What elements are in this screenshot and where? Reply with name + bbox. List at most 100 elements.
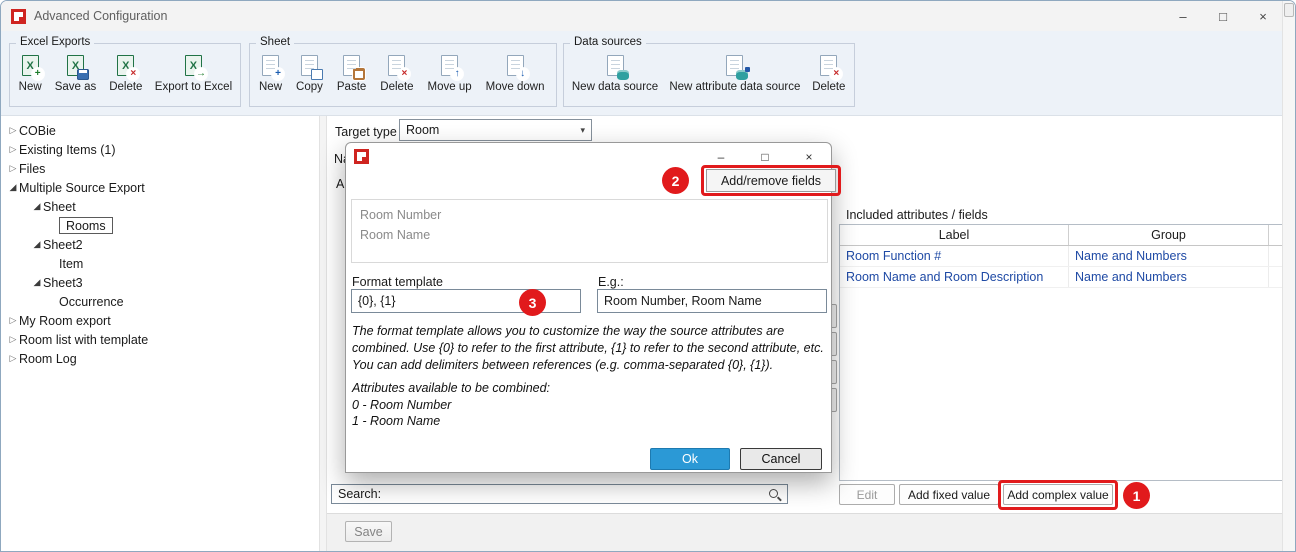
selected-tree-item[interactable]: Rooms: [59, 217, 113, 234]
plus-badge-icon: +: [272, 68, 284, 80]
tree-item-item[interactable]: Item: [1, 254, 319, 273]
new-data-source-button[interactable]: New data source: [566, 48, 664, 104]
up-arrow-badge-icon: ↑: [451, 68, 463, 80]
list-item[interactable]: Room Number: [360, 205, 827, 225]
chevron-expanded-icon[interactable]: ◢: [31, 239, 43, 250]
window-title: Advanced Configuration: [34, 9, 167, 23]
scrollbar-thumb[interactable]: [1284, 3, 1294, 17]
title-bar: Advanced Configuration – □ ×: [1, 1, 1295, 31]
list-item[interactable]: Room Name: [360, 225, 827, 245]
sheet-paste-button[interactable]: Paste: [330, 48, 373, 104]
dialog-minimize-button[interactable]: –: [705, 146, 737, 168]
table-row[interactable]: Room Name and Room Description Name and …: [840, 267, 1284, 288]
delete-badge-icon: ×: [127, 68, 139, 80]
complex-value-dialog: – □ × Add/remove fields 2 Room Number Ro…: [345, 142, 832, 473]
tree-item-label: Room Log: [19, 352, 77, 366]
tree-item-label: Item: [59, 257, 83, 271]
sheet-move-down-button[interactable]: ↓ Move down: [479, 48, 552, 104]
chevron-collapsed-icon[interactable]: ▷: [7, 315, 19, 326]
chevron-collapsed-icon[interactable]: ▷: [7, 334, 19, 345]
add-remove-fields-button[interactable]: Add/remove fields: [706, 169, 836, 192]
included-attributes-grid: Label Group Room Function # Name and Num…: [839, 224, 1285, 481]
add-fixed-value-button[interactable]: Add fixed value: [899, 484, 999, 505]
document-icon: ×: [820, 55, 837, 76]
tree-item-occurrence[interactable]: Occurrence: [1, 292, 319, 311]
copy-icon: [301, 55, 318, 76]
attributes-available-heading: Attributes available to be combined:: [352, 381, 550, 395]
format-template-input[interactable]: {0}, {1}: [351, 289, 581, 313]
tree-item-room-list-with-template[interactable]: ▷Room list with template: [1, 330, 319, 349]
chevron-expanded-icon[interactable]: ◢: [7, 182, 19, 193]
edit-button[interactable]: Edit: [839, 484, 895, 505]
attribute-available-item: 1 - Room Name: [352, 414, 440, 428]
new-attribute-data-source-button[interactable]: New attribute data source: [664, 48, 806, 104]
paste-icon: [343, 55, 360, 76]
column-header-group[interactable]: Group: [1069, 225, 1269, 245]
tree-item-sheet[interactable]: ◢Sheet: [1, 197, 319, 216]
example-input[interactable]: Room Number, Room Name: [597, 289, 827, 313]
data-source-delete-button[interactable]: × Delete: [806, 48, 852, 104]
chevron-expanded-icon[interactable]: ◢: [31, 277, 43, 288]
delete-badge-icon: ×: [830, 68, 842, 80]
table-row[interactable]: Room Function # Name and Numbers: [840, 246, 1284, 267]
excel-file-icon: X+: [22, 55, 39, 76]
close-button[interactable]: ×: [1243, 1, 1283, 31]
attribute-search-input[interactable]: Search:: [331, 484, 788, 504]
chevron-collapsed-icon[interactable]: ▷: [7, 163, 19, 174]
tree-item-sheet2[interactable]: ◢Sheet2: [1, 235, 319, 254]
annotation-circle-1: 1: [1123, 482, 1150, 509]
format-template-label: Format template: [352, 275, 443, 289]
excel-delete-button[interactable]: X× Delete: [103, 48, 149, 104]
tree-item-rooms[interactable]: Rooms: [1, 216, 319, 235]
excel-file-icon: X×: [117, 55, 134, 76]
sheet-move-up-button[interactable]: ↑ Move up: [421, 48, 479, 104]
export-to-excel-button[interactable]: X→ Export to Excel: [149, 48, 238, 104]
excel-file-icon: X→: [185, 55, 202, 76]
dialog-close-button[interactable]: ×: [793, 146, 825, 168]
cell-label: Room Name and Room Description: [840, 267, 1069, 287]
selected-fields-list[interactable]: Room Number Room Name: [351, 199, 828, 263]
window-scrollbar[interactable]: [1282, 1, 1295, 551]
sidebar-splitter[interactable]: [319, 116, 327, 551]
target-type-label: Target type: [335, 125, 397, 139]
target-type-select[interactable]: Room ▾: [399, 119, 592, 141]
chevron-collapsed-icon[interactable]: ▷: [7, 353, 19, 364]
tree-item-my-room-export[interactable]: ▷My Room export: [1, 311, 319, 330]
ok-button[interactable]: Ok: [650, 448, 730, 470]
document-icon: ×: [388, 55, 405, 76]
tree-item-label: Occurrence: [59, 295, 124, 309]
column-header-label[interactable]: Label: [840, 225, 1069, 245]
ribbon-group-label: Data sources: [570, 36, 646, 48]
database-badge-icon: [736, 70, 748, 80]
chevron-expanded-icon[interactable]: ◢: [31, 201, 43, 212]
excel-new-button[interactable]: X+ New: [12, 48, 48, 104]
sheet-copy-button[interactable]: Copy: [289, 48, 330, 104]
tree-item-room-log[interactable]: ▷Room Log: [1, 349, 319, 368]
add-complex-value-button[interactable]: Add complex value: [1003, 484, 1113, 505]
save-button[interactable]: Save: [345, 521, 392, 542]
sheet-new-button[interactable]: + New: [252, 48, 289, 104]
chevron-collapsed-icon[interactable]: ▷: [7, 125, 19, 136]
tree-item-existing-items[interactable]: ▷Existing Items (1): [1, 140, 319, 159]
minimize-button[interactable]: –: [1163, 1, 1203, 31]
paste-badge-icon: [353, 68, 365, 80]
dialog-maximize-button[interactable]: □: [749, 146, 781, 168]
ribbon-group-data-sources: Data sources New data source New attribu…: [563, 43, 855, 107]
attributes-label-fragment: A: [336, 177, 344, 191]
tree-item-sheet3[interactable]: ◢Sheet3: [1, 273, 319, 292]
copy-badge-icon: [311, 69, 323, 80]
tree-item-files[interactable]: ▷Files: [1, 159, 319, 178]
tree-item-multiple-source-export[interactable]: ◢Multiple Source Export: [1, 178, 319, 197]
ribbon-group-label: Excel Exports: [16, 36, 94, 48]
move-down-icon: ↓: [507, 55, 524, 76]
tree-item-cobie[interactable]: ▷COBie: [1, 121, 319, 140]
maximize-button[interactable]: □: [1203, 1, 1243, 31]
bottom-bar: [327, 513, 1282, 551]
document-icon: +: [262, 55, 279, 76]
cancel-button[interactable]: Cancel: [740, 448, 822, 470]
excel-save-as-button[interactable]: X Save as: [48, 48, 102, 104]
move-up-icon: ↑: [441, 55, 458, 76]
chevron-collapsed-icon[interactable]: ▷: [7, 144, 19, 155]
sheet-delete-button[interactable]: × Delete: [373, 48, 420, 104]
export-tree: ▷COBie ▷Existing Items (1) ▷Files ◢Multi…: [1, 121, 319, 368]
